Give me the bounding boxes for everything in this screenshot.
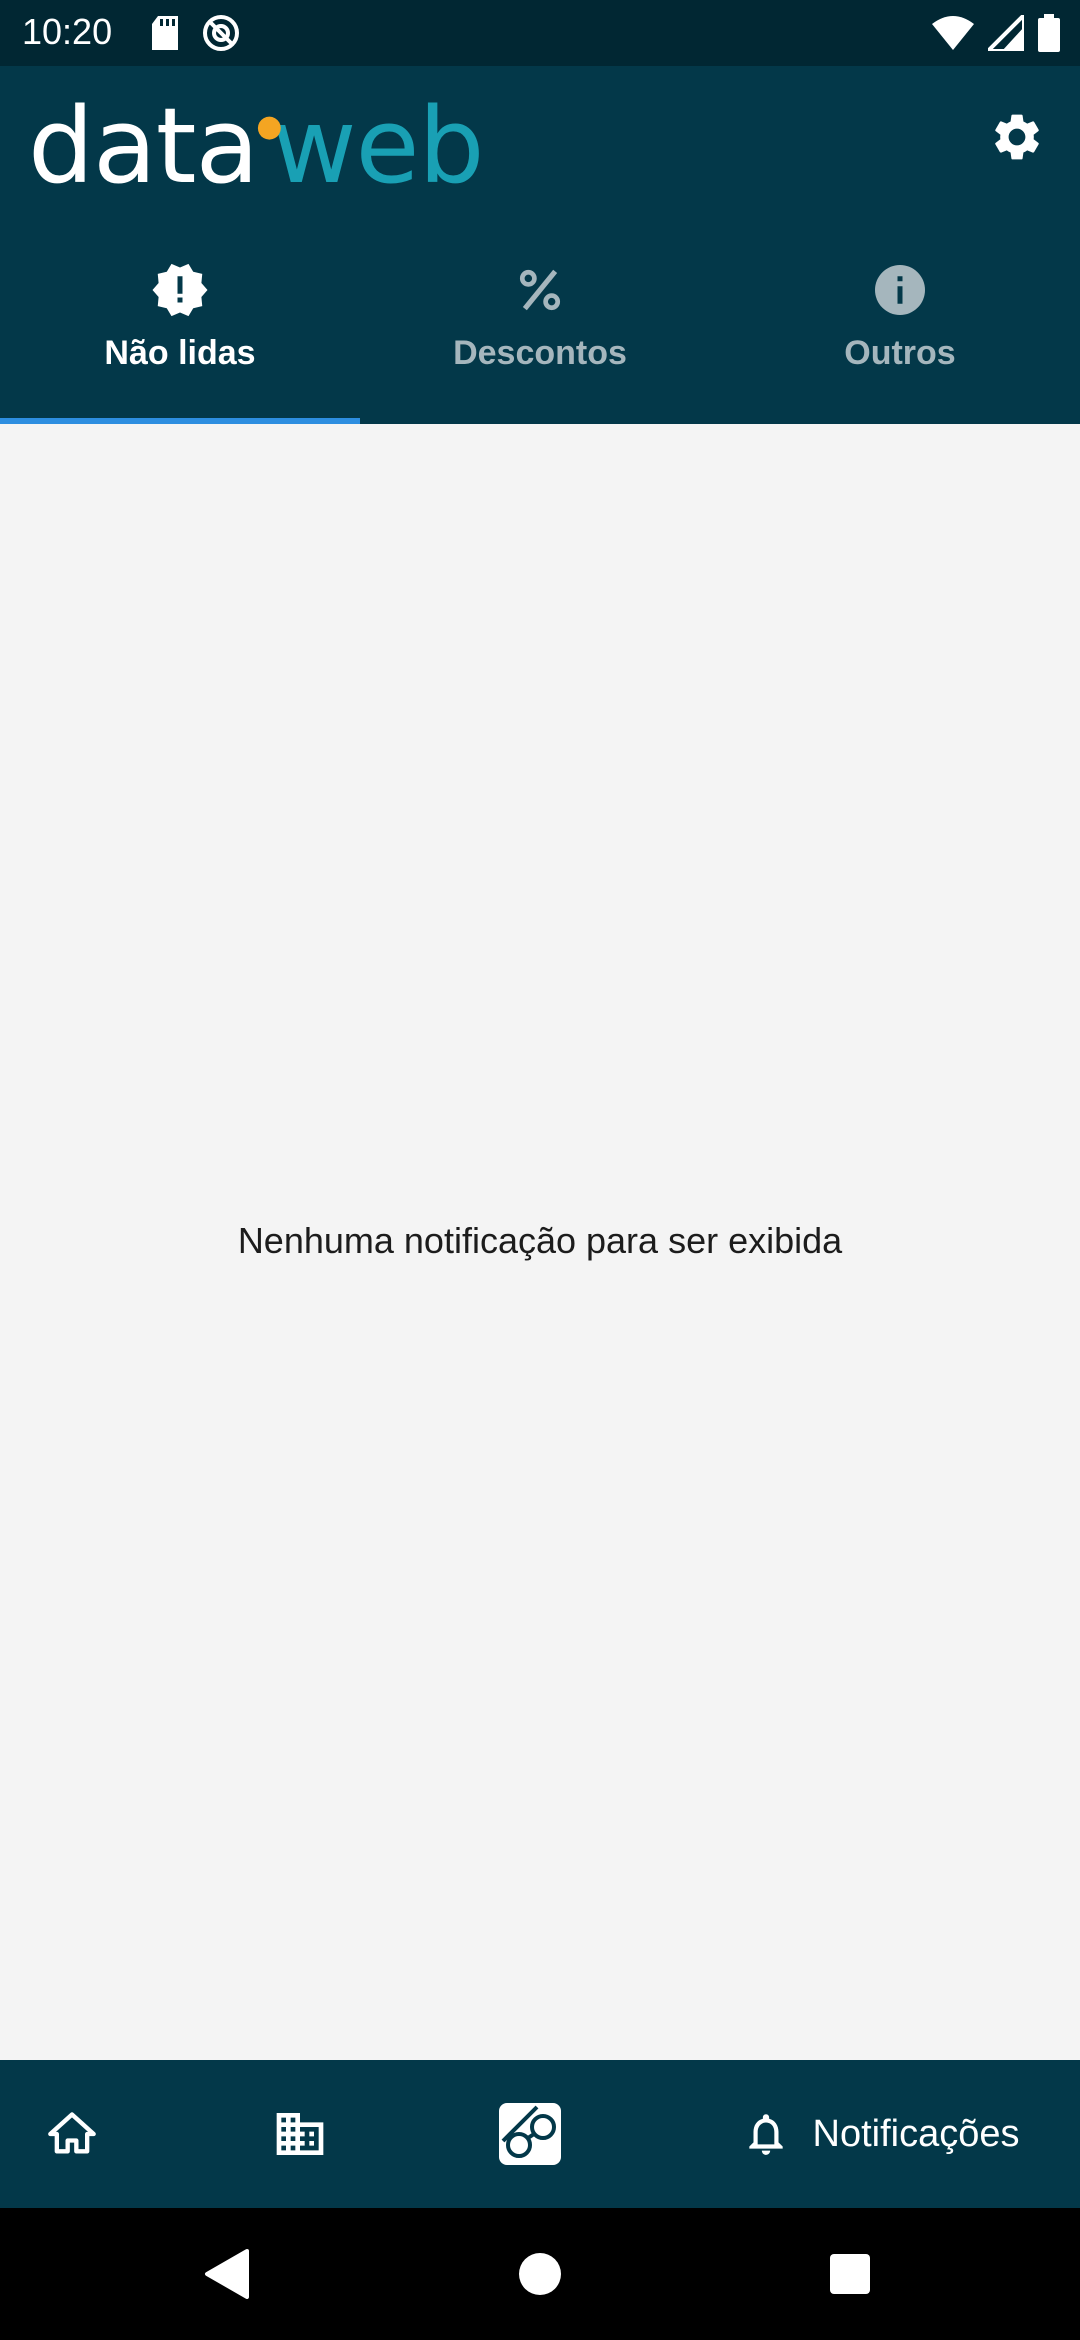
nav-notifications-label: Notificações xyxy=(812,2112,1020,2155)
battery-icon xyxy=(1038,14,1060,52)
alert-badge-icon xyxy=(150,260,210,320)
tab-label: Não lidas xyxy=(104,334,256,372)
nav-notifications[interactable]: Notificações xyxy=(730,2060,1030,2208)
info-icon xyxy=(870,260,930,320)
nav-companies[interactable] xyxy=(258,2060,342,2208)
logo-text-data: data xyxy=(28,85,259,207)
nav-home[interactable] xyxy=(30,2060,114,2208)
sd-card-icon xyxy=(152,16,178,50)
status-time: 10:20 xyxy=(22,11,113,52)
home-icon xyxy=(48,2112,96,2154)
system-home-button[interactable] xyxy=(504,2238,576,2310)
tab-label: Outros xyxy=(844,334,956,372)
logo-dot: ● xyxy=(256,109,282,144)
signal-icon xyxy=(988,15,1024,51)
notifications-list[interactable]: Nenhuma notificação para ser exibida xyxy=(0,424,1080,2060)
gear-icon xyxy=(995,114,1039,160)
app-header: data ● web Não lidas Descontos Outros xyxy=(0,66,1080,424)
bell-icon xyxy=(748,2114,783,2155)
notification-tabs: Não lidas Descontos Outros xyxy=(0,246,1080,424)
system-back-button[interactable] xyxy=(190,2238,262,2310)
building-icon xyxy=(276,2113,324,2155)
empty-state-message: Nenhuma notificação para ser exibida xyxy=(237,1220,843,1261)
system-recents-button[interactable] xyxy=(814,2238,886,2310)
tab-descontos[interactable]: Descontos xyxy=(360,246,720,424)
home-circle-icon xyxy=(519,2253,561,2295)
wifi-icon xyxy=(932,16,974,50)
glasses-icon xyxy=(499,2103,561,2165)
status-right-icons xyxy=(932,14,1060,52)
do-not-disturb-icon xyxy=(203,15,239,51)
tab-nao-lidas[interactable]: Não lidas xyxy=(0,246,360,424)
logo-text-web: web xyxy=(271,85,484,207)
tab-label: Descontos xyxy=(453,334,627,372)
percent-icon xyxy=(510,260,570,320)
recents-icon xyxy=(830,2254,870,2294)
settings-button[interactable] xyxy=(984,104,1050,170)
back-icon xyxy=(205,2249,249,2299)
status-bar: 10:20 xyxy=(0,0,1080,66)
system-navigation-bar xyxy=(0,2208,1080,2340)
status-left-icons xyxy=(150,14,240,52)
nav-optical[interactable] xyxy=(488,2060,572,2208)
bottom-navigation: Notificações xyxy=(0,2060,1080,2208)
tab-outros[interactable]: Outros xyxy=(720,246,1080,424)
dataweb-logo: data ● web xyxy=(28,85,485,207)
